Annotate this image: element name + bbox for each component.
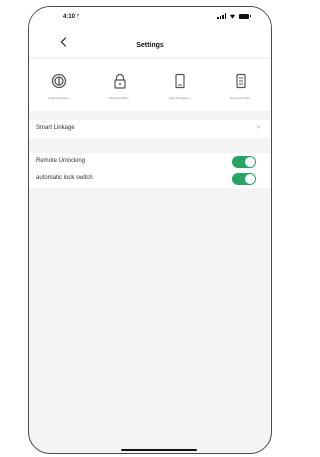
fingerprint-icon [52,73,67,89]
temporary-password-icon [236,73,246,89]
automatic-lock-toggle[interactable] [232,173,256,185]
automatic-lock-label: automatic lock switch [36,175,93,181]
tool-password[interactable]: Password Man... [90,59,151,111]
status-bar: 4:10 ⁷ [29,7,271,27]
status-icons [217,13,251,19]
tool-label: Password Man... [108,96,131,100]
toggle-knob [245,174,255,184]
tool-card[interactable]: Card Managem... [150,59,211,111]
card-icon [175,73,185,89]
wifi-icon [230,14,235,19]
lock-icon [114,73,126,89]
smart-linkage-row[interactable]: Smart Linkage > [29,120,271,138]
tool-label: Temporary Pas... [229,96,253,100]
remote-unlocking-row: Remote Unlocking [29,153,271,171]
chevron-right-icon: > [256,125,260,131]
tool-fingerprint[interactable]: Fingerprint Ma... [29,59,90,111]
tool-label: Card Managem... [168,96,192,100]
home-indicator [121,449,197,451]
remote-unlocking-label: Remote Unlocking [36,158,86,164]
signal-icon [217,13,226,19]
status-time: 4:10 ⁷ [63,14,80,20]
phone-frame: 4:10 ⁷ Settings Fingerprint Ma... Passwo… [28,6,272,454]
smart-linkage-label: Smart Linkage [36,125,75,131]
remote-unlocking-toggle[interactable] [232,156,256,168]
tool-temporary-password[interactable]: Temporary Pas... [211,59,272,111]
automatic-lock-row: automatic lock switch [29,170,271,188]
tool-label: Fingerprint Ma... [48,96,71,100]
nav-bar: Settings [29,27,271,57]
tools-row: Fingerprint Ma... Password Man... Card M… [29,59,271,111]
battery-icon [239,13,251,19]
toggle-knob [245,157,255,167]
page-title: Settings [136,42,164,49]
